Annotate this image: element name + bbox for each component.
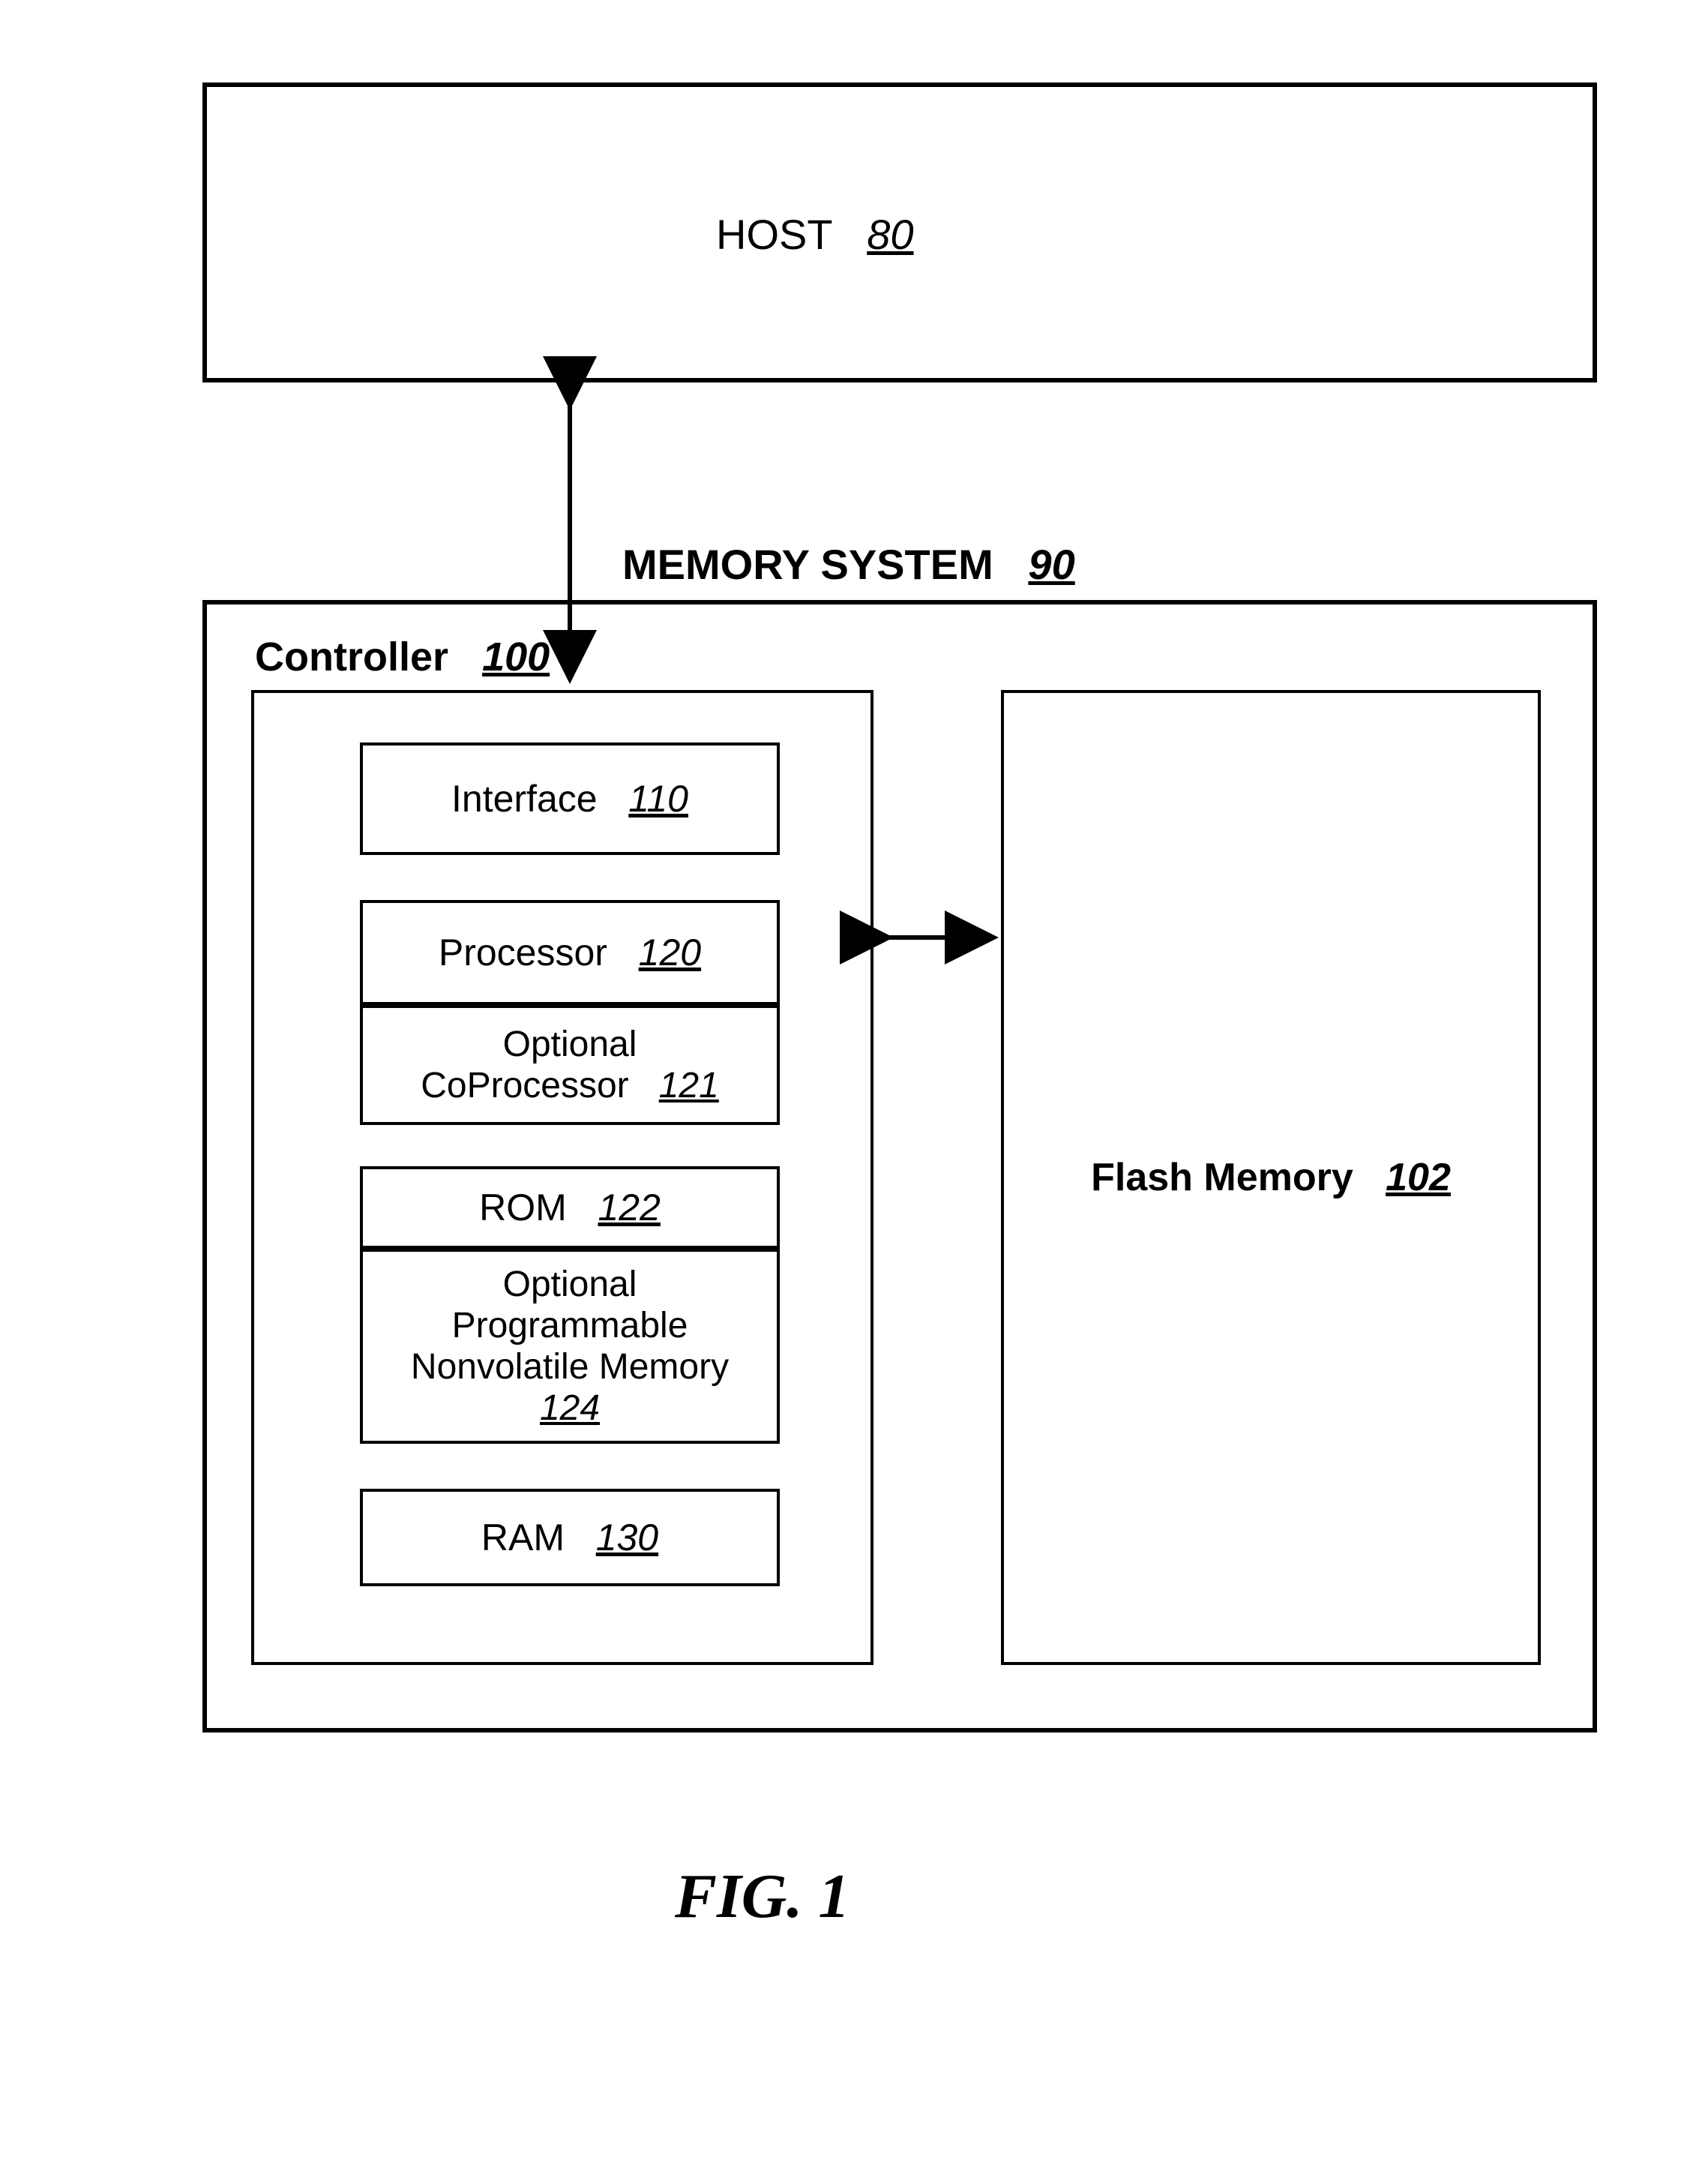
coprocessor-line2: CoProcessor — [421, 1066, 628, 1106]
rom-text: ROM — [479, 1186, 567, 1228]
nvm-label-wrap: Optional Programmable Nonvolatile Memory… — [411, 1264, 729, 1430]
processor-text: Processor — [439, 932, 607, 974]
ram-label-wrap: RAM 130 — [481, 1516, 658, 1559]
host-text: HOST — [716, 211, 832, 258]
nvm-ref: 124 — [540, 1388, 600, 1428]
flash-ref: 102 — [1386, 1156, 1451, 1199]
memory-system-ref: 90 — [1028, 541, 1074, 588]
flash-box: Flash Memory 102 — [1001, 690, 1541, 1665]
processor-box: Processor 120 — [360, 900, 780, 1005]
ram-box: RAM 130 — [360, 1489, 780, 1586]
interface-text: Interface — [451, 778, 598, 820]
coprocessor-line1: Optional — [503, 1024, 637, 1064]
coprocessor-ref: 121 — [659, 1066, 719, 1106]
coprocessor-box: Optional CoProcessor 121 — [360, 1005, 780, 1125]
flash-text: Flash Memory — [1091, 1156, 1353, 1199]
nvm-line3: Nonvolatile Memory — [411, 1347, 729, 1387]
controller-label: Controller 100 — [255, 634, 550, 680]
ram-text: RAM — [481, 1516, 565, 1558]
rom-ref: 122 — [598, 1186, 660, 1228]
nvm-line1: Optional — [503, 1264, 637, 1304]
controller-text: Controller — [255, 634, 448, 680]
figure-caption: FIG. 1 — [675, 1860, 850, 1933]
nvm-box: Optional Programmable Nonvolatile Memory… — [360, 1249, 780, 1444]
host-label: HOST 80 — [716, 210, 914, 259]
rom-box: ROM 122 — [360, 1166, 780, 1249]
rom-label-wrap: ROM 122 — [479, 1186, 661, 1229]
coprocessor-label-wrap: Optional CoProcessor 121 — [421, 1024, 719, 1106]
memory-system-text: MEMORY SYSTEM — [622, 541, 993, 588]
host-ref: 80 — [867, 211, 913, 258]
interface-box: Interface 110 — [360, 742, 780, 855]
flash-label-wrap: Flash Memory 102 — [1091, 1155, 1451, 1200]
ram-ref: 130 — [596, 1516, 658, 1558]
interface-ref: 110 — [628, 778, 688, 820]
nvm-line2: Programmable — [452, 1306, 688, 1346]
interface-label-wrap: Interface 110 — [451, 777, 688, 820]
processor-label-wrap: Processor 120 — [439, 931, 701, 974]
controller-ref: 100 — [482, 634, 550, 680]
processor-ref: 120 — [639, 932, 701, 974]
memory-system-label: MEMORY SYSTEM 90 — [622, 540, 1075, 589]
